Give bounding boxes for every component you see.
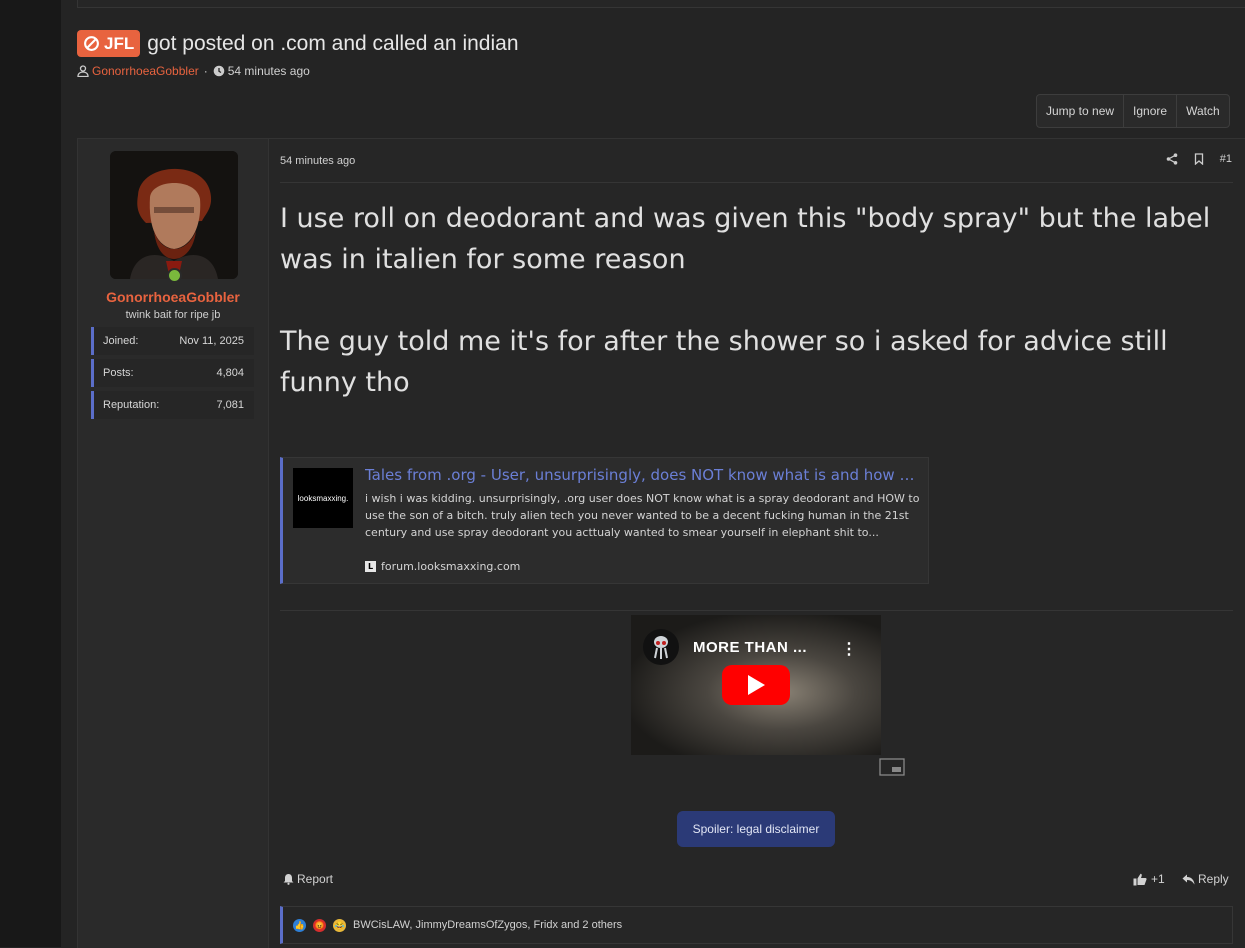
meta-separator: · [203, 64, 208, 78]
play-icon [748, 675, 765, 695]
post-main-cell: 54 minutes ago #1 I use roll on deodoran… [269, 139, 1245, 948]
user-stat-joined: Joined: Nov 11, 2025 [91, 327, 254, 355]
reply-icon [1182, 874, 1195, 884]
thumbs-up-icon [1133, 873, 1147, 885]
like-button[interactable]: +1 [1133, 872, 1165, 886]
angry-reaction-icon: 😡 [313, 918, 326, 932]
stat-value: 7,081 [216, 399, 244, 411]
stat-label: Reputation: [103, 399, 160, 411]
post-header-actions: #1 [1166, 153, 1232, 165]
thread-meta: GonorrhoeaGobbler · 54 minutes ago [77, 64, 310, 78]
thread-time[interactable]: 54 minutes ago [228, 64, 310, 78]
reply-label: Reply [1198, 872, 1229, 886]
no-symbol-icon [84, 36, 99, 51]
link-preview[interactable]: looksmaxxing. Tales from .org - User, un… [280, 457, 929, 584]
reply-button[interactable]: Reply [1182, 872, 1229, 886]
spoiler-button[interactable]: Spoiler: legal disclaimer [677, 811, 835, 847]
stat-label: Joined: [103, 335, 139, 347]
post-number[interactable]: #1 [1220, 153, 1232, 165]
bell-icon [283, 874, 294, 885]
stat-value[interactable]: 4,804 [216, 367, 244, 379]
youtube-embed[interactable]: MORE THAN ... ⋮ [631, 615, 881, 755]
prefix-label: JFL [104, 33, 135, 53]
report-label: Report [297, 872, 334, 886]
reaction-users[interactable]: BWCisLAW, JimmyDreamsOfZygos, Fridx and … [353, 919, 622, 931]
bookmark-icon[interactable] [1194, 153, 1204, 165]
picture-in-picture-icon[interactable] [879, 758, 905, 776]
link-preview-description: i wish i was kidding. unsurprisingly, .o… [365, 492, 920, 539]
user-title: twink bait for ripe jb [125, 309, 221, 321]
post-body: I use roll on deodorant and was given th… [280, 198, 1230, 403]
user-icon [77, 65, 89, 77]
report-button[interactable]: Report [283, 872, 333, 886]
jump-to-new-button[interactable]: Jump to new [1037, 95, 1125, 127]
squid-avatar-icon [654, 636, 668, 659]
watch-button[interactable]: Watch [1177, 95, 1229, 127]
stat-label: Posts: [103, 367, 134, 379]
content-divider [280, 610, 1233, 611]
thread-button-group: Jump to new Ignore Watch [1036, 94, 1230, 128]
post-container: GonorrhoeaGobbler twink bait for ripe jb… [77, 138, 1245, 948]
clock-icon [213, 65, 225, 77]
site-favicon-icon: L [365, 561, 376, 572]
post-date[interactable]: 54 minutes ago [280, 155, 355, 167]
post-paragraph: I use roll on deodorant and was given th… [280, 203, 1211, 275]
play-button[interactable] [722, 665, 790, 705]
post-header-divider [280, 182, 1233, 183]
post-paragraph: The guy told me it's for after the showe… [280, 326, 1168, 398]
left-rail [0, 0, 61, 947]
laugh-reaction-icon: 😂 [333, 918, 346, 932]
user-stat-reputation: Reputation: 7,081 [91, 391, 254, 419]
thread-author-link[interactable]: GonorrhoeaGobbler [92, 64, 199, 78]
stat-value: Nov 11, 2025 [179, 335, 244, 347]
top-bar [77, 0, 1245, 8]
video-menu-icon[interactable]: ⋮ [841, 639, 857, 659]
channel-avatar[interactable] [643, 629, 679, 665]
share-icon[interactable] [1166, 153, 1178, 165]
page-title: got posted on .com and called an indian [147, 31, 519, 55]
link-preview-image: looksmaxxing. [293, 468, 353, 528]
avatar[interactable] [110, 151, 238, 279]
thread-title-row: JFL got posted on .com and called an ind… [77, 30, 519, 57]
like-count: +1 [1151, 872, 1165, 886]
link-preview-title[interactable]: Tales from .org - User, unsurprisingly, … [365, 466, 920, 484]
video-title[interactable]: MORE THAN ... [693, 639, 807, 656]
user-stat-posts: Posts: 4,804 [91, 359, 254, 387]
like-reaction-icon: 👍 [293, 918, 306, 932]
domain-text: forum.looksmaxxing.com [381, 560, 521, 573]
post-user-cell: GonorrhoeaGobbler twink bait for ripe jb… [78, 139, 269, 948]
post-username[interactable]: GonorrhoeaGobbler [78, 289, 268, 305]
ignore-button[interactable]: Ignore [1124, 95, 1178, 127]
thread-prefix-badge[interactable]: JFL [77, 30, 141, 57]
reactions-bar[interactable]: 👍 😡 😂 BWCisLAW, JimmyDreamsOfZygos, Frid… [280, 906, 1233, 944]
link-preview-domain: L forum.looksmaxxing.com [365, 560, 520, 573]
online-status-indicator [167, 268, 182, 283]
